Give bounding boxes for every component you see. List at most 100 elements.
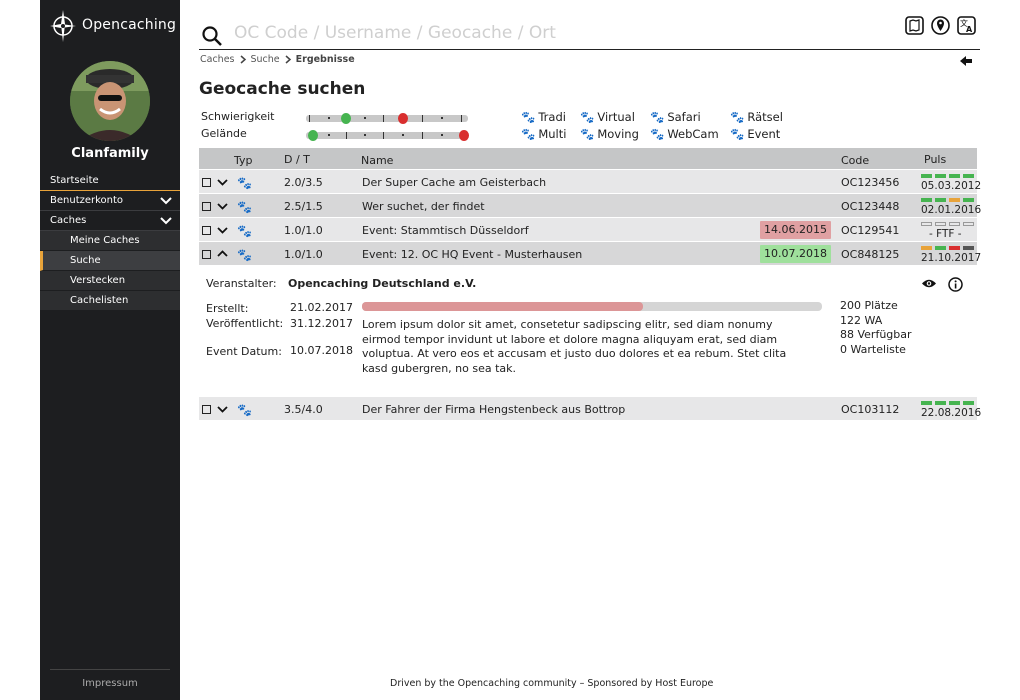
paw-icon: 🐾 [650, 110, 665, 124]
search-input[interactable]: OC Code / Username / Geocache / Ort [234, 23, 556, 43]
eye-icon[interactable] [921, 278, 937, 289]
nav-item-benutzerkonto[interactable]: Benutzerkonto [40, 191, 180, 211]
type-filter-multi[interactable]: 🐾 Multi [521, 127, 566, 141]
location-pin-icon[interactable] [931, 16, 950, 35]
nav-sub-suche[interactable]: Suche [40, 251, 180, 271]
wa-count: 122 WA [840, 314, 883, 327]
sidebar-nav: Startseite Benutzerkonto Caches Meine Ca… [40, 171, 180, 311]
chevron-down-icon[interactable] [217, 200, 228, 212]
breadcrumb-caches[interactable]: Caches [200, 54, 235, 65]
type-filter-event[interactable]: 🐾 Event [730, 127, 780, 141]
puls-ftf: - FTF - [929, 228, 962, 240]
difficulty-max-handle[interactable] [398, 113, 408, 124]
table-row[interactable]: 🐾 3.5/4.0 Der Fahrer der Firma Hengstenb… [199, 396, 981, 420]
type-filter-raetsel[interactable]: 🐾 Rätsel [730, 110, 783, 124]
row-name[interactable]: Der Fahrer der Firma Hengstenbeck aus Bo… [362, 403, 625, 416]
row-dt: 1.0/1.0 [284, 248, 323, 261]
paw-icon: 🐾 [237, 248, 252, 262]
row-code: OC123456 [841, 176, 900, 189]
row-dt: 2.0/3.5 [284, 176, 323, 189]
terrain-label: Gelände [201, 127, 247, 140]
row-name[interactable]: Wer suchet, der findet [362, 200, 485, 213]
breadcrumb-suche[interactable]: Suche [251, 54, 280, 65]
table-row[interactable]: 🐾 2.0/3.5 Der Super Cache am Geisterbach… [199, 169, 981, 193]
row-name[interactable]: Der Super Cache am Geisterbach [362, 176, 546, 189]
chevron-down-icon[interactable] [217, 176, 228, 188]
row-name[interactable]: Event: Stammtisch Düsseldorf [362, 224, 529, 237]
chevron-up-icon[interactable] [217, 248, 228, 260]
chevron-down-icon[interactable] [217, 403, 228, 415]
table-row[interactable]: 🐾 2.5/1.5 Wer suchet, der findet OC12344… [199, 193, 981, 217]
terrain-slider[interactable] [306, 130, 469, 141]
col-dt[interactable]: D / T [284, 153, 310, 166]
row-name[interactable]: Event: 12. OC HQ Event - Musterhausen [362, 248, 582, 261]
available-count: 88 Verfügbar [840, 328, 912, 341]
puls-date: 02.01.2016 [921, 204, 982, 216]
type-filter-moving[interactable]: 🐾 Moving [580, 127, 639, 141]
difficulty-label: Schwierigkeit [201, 110, 275, 123]
chevron-right-icon [240, 55, 246, 64]
col-name[interactable]: Name [361, 154, 393, 167]
table-row[interactable]: 🐾 1.0/1.0 Event: Stammtisch Düsseldorf 1… [199, 217, 977, 241]
footer: Driven by the Opencaching community – Sp… [390, 678, 714, 689]
created-date: 21.02.2017 [290, 301, 353, 314]
table-header: Typ D / T Name Code Puls [199, 148, 977, 169]
type-filter-virtual[interactable]: 🐾 Virtual [580, 110, 635, 124]
nav-sub-cachelisten[interactable]: Cachelisten [40, 291, 180, 311]
user-name[interactable]: Clanfamily [40, 146, 180, 161]
col-code[interactable]: Code [841, 154, 869, 167]
event-description: Lorem ipsum dolor sit amet, consetetur s… [362, 318, 787, 375]
search-icon[interactable] [201, 25, 223, 47]
difficulty-slider[interactable] [306, 113, 468, 124]
type-filter-tradi[interactable]: 🐾 Tradi [521, 110, 566, 124]
row-checkbox[interactable] [202, 405, 211, 414]
results-table-continued: 🐾 3.5/4.0 Der Fahrer der Firma Hengstenb… [199, 396, 981, 420]
nav-item-caches[interactable]: Caches [40, 211, 180, 231]
row-code: OC848125 [841, 248, 900, 261]
type-filter-safari[interactable]: 🐾 Safari [650, 110, 701, 124]
chevron-down-icon [160, 196, 172, 204]
impressum-link[interactable]: Impressum [50, 669, 170, 689]
organizer-label: Veranstalter: [206, 277, 277, 290]
header-icons: 文A [905, 16, 976, 35]
row-dt: 1.0/1.0 [284, 224, 323, 237]
type-label: Moving [597, 127, 639, 141]
col-puls[interactable]: Puls [924, 153, 946, 166]
puls-indicator: 22.08.2016 [921, 401, 981, 419]
row-checkbox[interactable] [202, 250, 211, 259]
page-title: Geocache suchen [199, 79, 366, 99]
type-label: Rätsel [747, 110, 783, 124]
row-checkbox[interactable] [202, 202, 211, 211]
nav-label: Startseite [50, 175, 99, 186]
avatar[interactable] [70, 61, 150, 141]
terrain-min-handle[interactable] [308, 130, 318, 141]
event-date-label: Event Datum: [206, 345, 282, 358]
nav-label: Benutzerkonto [50, 195, 124, 206]
organizer-name[interactable]: Opencaching Deutschland e.V. [288, 277, 476, 290]
terrain-max-handle[interactable] [459, 130, 469, 141]
type-filter-webcam[interactable]: 🐾 WebCam [650, 127, 719, 141]
event-date: 10.07.2018 [290, 344, 353, 357]
col-typ[interactable]: Typ [234, 154, 253, 167]
difficulty-min-handle[interactable] [341, 113, 351, 124]
row-dt: 3.5/4.0 [284, 403, 323, 416]
event-date-badge: 10.07.2018 [760, 245, 831, 263]
row-checkbox[interactable] [202, 178, 211, 187]
map-icon[interactable] [905, 16, 924, 35]
nav-sub-meine-caches[interactable]: Meine Caches [40, 231, 180, 251]
row-checkbox[interactable] [202, 226, 211, 235]
sidebar: Opencaching Clanfamily Startseite Benutz… [40, 0, 180, 700]
translate-icon[interactable]: 文A [957, 16, 976, 35]
chevron-down-icon[interactable] [217, 224, 228, 236]
brand-logo[interactable]: Opencaching [48, 6, 176, 44]
back-arrow-icon[interactable] [960, 56, 972, 66]
nav-item-startseite[interactable]: Startseite [40, 171, 180, 191]
waitlist-count: 0 Warteliste [840, 343, 906, 356]
breadcrumb: Caches Suche Ergebnisse [200, 54, 355, 65]
type-label: Tradi [538, 110, 566, 124]
compass-logo-icon [50, 10, 76, 42]
search-bar[interactable]: OC Code / Username / Geocache / Ort 文A [199, 16, 980, 50]
info-icon[interactable] [948, 277, 963, 292]
table-row[interactable]: 🐾 1.0/1.0 Event: 12. OC HQ Event - Muste… [199, 241, 981, 265]
nav-sub-verstecken[interactable]: Verstecken [40, 271, 180, 291]
